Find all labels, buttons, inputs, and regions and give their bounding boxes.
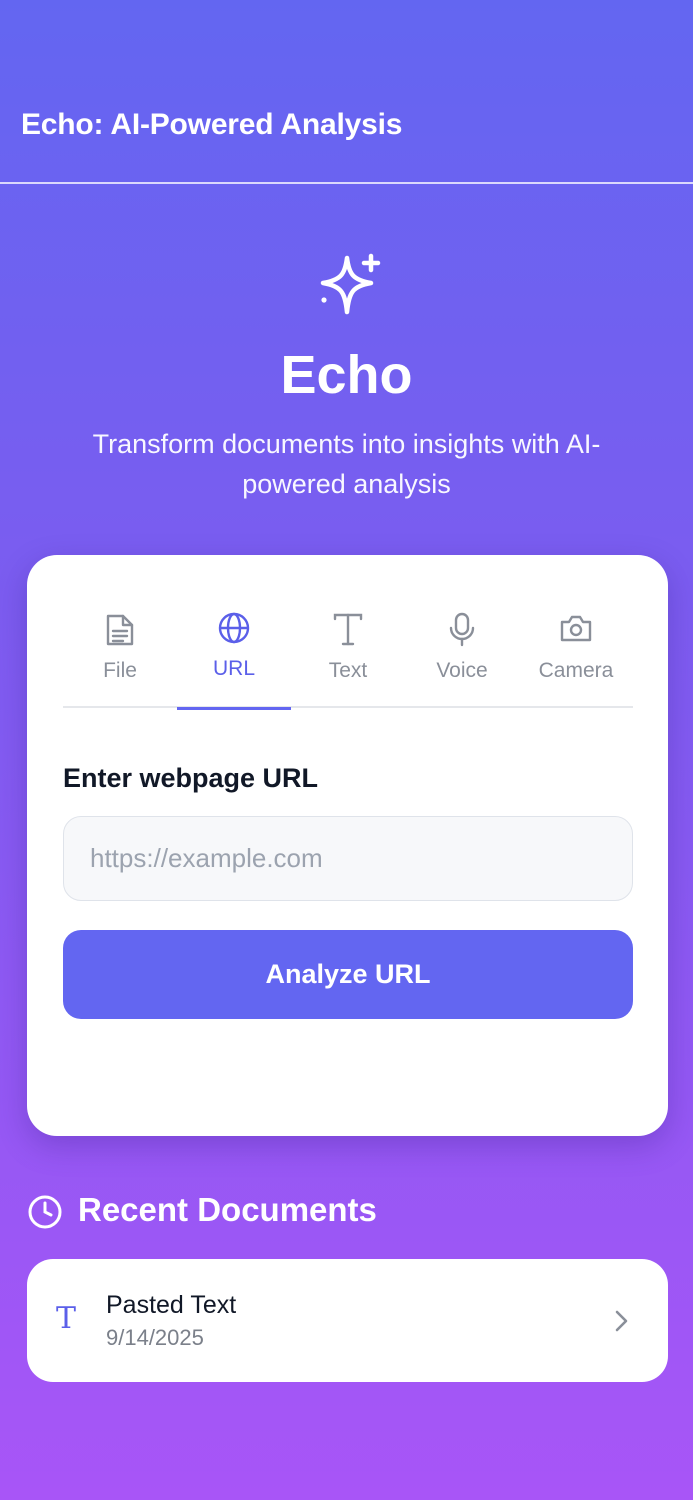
text-document-icon: T <box>56 1301 77 1336</box>
input-tabs: File URL Text Voice Camera <box>63 555 633 710</box>
file-icon <box>106 614 134 646</box>
header-title: Echo: AI-Powered Analysis <box>21 108 403 141</box>
tab-label: Voice <box>436 659 488 682</box>
tab-label: URL <box>212 657 255 680</box>
tab-file[interactable]: File <box>63 555 177 708</box>
microphone-icon <box>449 612 475 647</box>
hero-title: Echo <box>280 345 413 405</box>
document-name: Pasted Text <box>106 1291 237 1319</box>
camera-icon <box>560 615 592 642</box>
input-card: File URL Text Voice Camera Enter webpage… <box>27 555 668 1136</box>
text-icon <box>333 613 363 646</box>
tab-label: Camera <box>538 659 614 682</box>
tab-voice[interactable]: Voice <box>405 555 519 708</box>
recent-documents-title: Recent Documents <box>78 1191 377 1228</box>
clock-icon <box>28 1195 62 1229</box>
analyze-url-button[interactable]: Analyze URL <box>63 930 633 1019</box>
tab-label: Text <box>328 659 368 682</box>
chevron-right-icon <box>615 1310 628 1332</box>
tab-url[interactable]: URL <box>177 555 291 710</box>
url-field-label: Enter webpage URL <box>63 763 319 793</box>
tab-label: File <box>103 659 137 682</box>
document-date: 9/14/2025 <box>106 1325 204 1350</box>
globe-icon <box>218 612 250 644</box>
recent-document-item[interactable]: T Pasted Text 9/14/2025 <box>27 1259 668 1382</box>
tab-text[interactable]: Text <box>291 555 405 708</box>
tab-camera[interactable]: Camera <box>519 555 633 708</box>
app-header: Echo: AI-Powered Analysis <box>0 0 693 184</box>
hero-subtitle: Transform documents into insights with A… <box>92 429 601 499</box>
sparkles-icon <box>320 253 381 315</box>
url-input[interactable] <box>63 816 633 901</box>
